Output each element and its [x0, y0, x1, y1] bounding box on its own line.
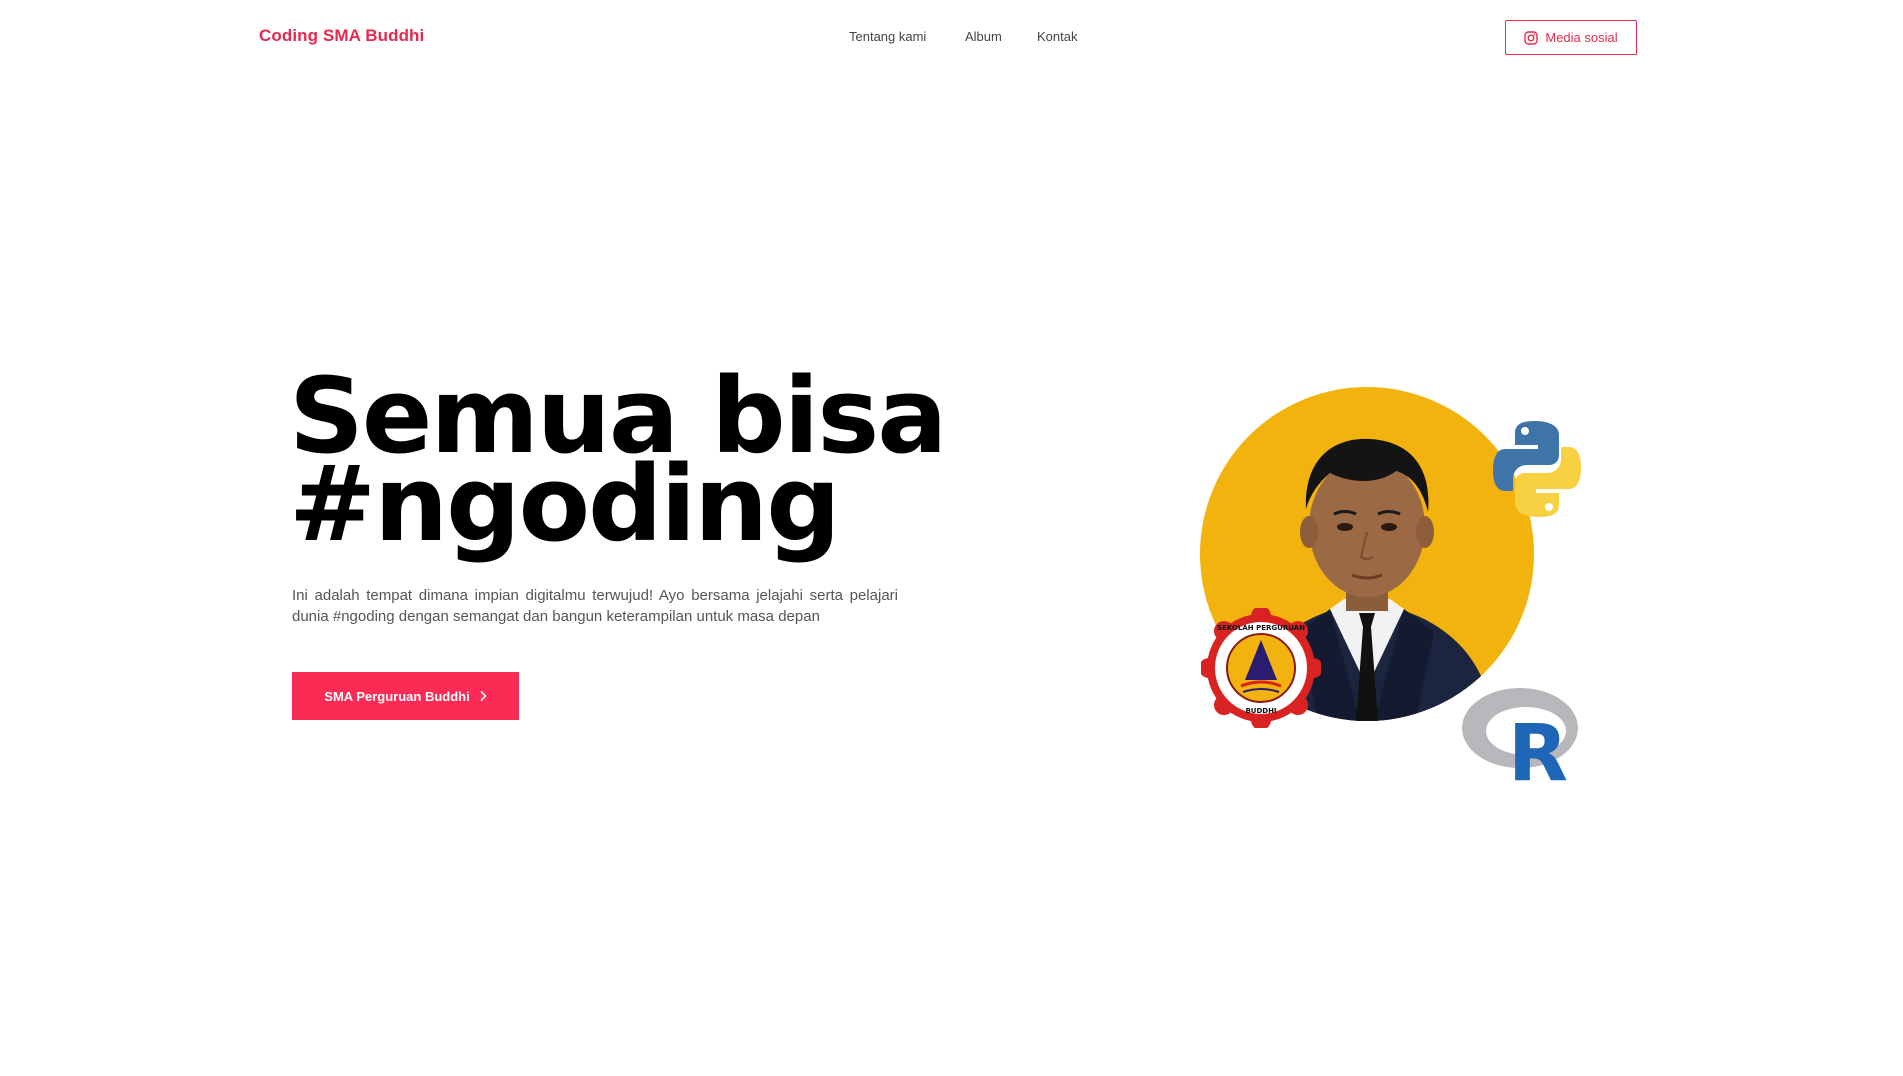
- nav-link-album[interactable]: Album: [965, 29, 1002, 44]
- nav-link-about[interactable]: Tentang kami: [849, 29, 926, 44]
- hero-title: Semua bisa #ngoding: [289, 364, 947, 556]
- social-media-label: Media sosial: [1545, 30, 1618, 45]
- hero-illustration: SEKOLAH PERGURUAN BUDDHI R: [1195, 385, 1595, 799]
- seal-text-top: SEKOLAH PERGURUAN: [1217, 624, 1305, 632]
- python-logo: [1493, 419, 1581, 524]
- seal-text-bottom: BUDDHI: [1245, 707, 1276, 715]
- hero-description: Ini adalah tempat dimana impian digitalm…: [292, 587, 898, 625]
- page: Coding SMA Buddhi Tentang kami Album Kon…: [0, 0, 1903, 1076]
- instagram-icon: [1524, 30, 1539, 45]
- r-letter: R: [1508, 709, 1568, 781]
- cta-button[interactable]: SMA Perguruan Buddhi: [292, 672, 519, 720]
- chevron-right-icon: [480, 689, 487, 704]
- school-seal-logo: SEKOLAH PERGURUAN BUDDHI: [1199, 606, 1323, 733]
- social-media-button[interactable]: Media sosial: [1505, 20, 1637, 55]
- nav-link-contact[interactable]: Kontak: [1037, 29, 1077, 44]
- r-logo: R: [1460, 683, 1586, 799]
- cta-label: SMA Perguruan Buddhi: [324, 688, 470, 704]
